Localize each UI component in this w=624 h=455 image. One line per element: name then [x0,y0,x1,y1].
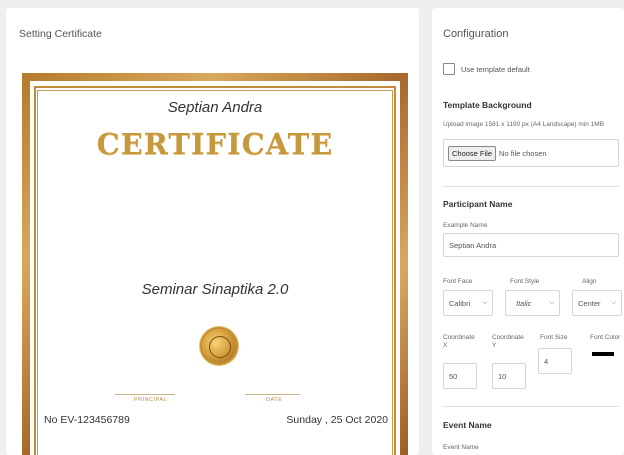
configuration-panel: Configuration Use template default Templ… [432,8,624,455]
font-style-label: Font Style [510,278,540,285]
font-color-label: Font Color [590,334,621,341]
date-signature-line [245,394,300,395]
font-style-value: Italic [516,298,532,308]
chevron-down-icon: ⌵ [549,300,554,306]
coordinate-x-label: Coordinate X [443,334,475,349]
use-template-checkbox[interactable] [443,63,455,75]
font-color-picker[interactable] [592,352,614,356]
card-title: Setting Certificate [19,28,102,40]
coordinate-y-input[interactable]: 10 [492,363,526,389]
certificate-event-name: Seminar Sinaptika 2.0 [141,281,289,298]
chevron-down-icon: ⌵ [482,300,487,306]
font-size-input[interactable]: 4 [538,348,572,374]
font-face-value: Calibri [449,298,471,308]
chevron-down-icon: ⌵ [611,300,616,306]
principal-label: PRINCIPAL [134,397,168,403]
certificate-number: No EV-123456789 [44,414,130,426]
font-face-label: Font Face [443,278,473,285]
participant-name-title: Participant Name [443,199,513,209]
font-size-label: Font Size [540,334,568,341]
choose-file-button[interactable]: Choose File [448,145,497,161]
divider [443,186,619,187]
example-name-label: Example Name [443,222,488,229]
divider [443,406,619,407]
panel-title: Configuration [443,28,509,40]
upload-hint: Upload image 1581 x 1190 px (A4 Landscap… [443,121,605,128]
principal-signature-line [115,394,175,395]
example-name-input[interactable]: Septian Andra [443,233,619,257]
event-name-title: Event Name [443,420,492,430]
file-status: No file chosen [499,148,547,158]
event-name-label: Event Name [443,444,479,451]
align-select[interactable]: Center ⌵ [572,290,622,316]
certificate-date: Sunday , 25 Oct 2020 [286,414,388,426]
certificate-preview-card: Setting Certificate Septian Andra CERTIF… [6,8,419,455]
align-label: Align [582,278,597,285]
coordinate-y-label: Coordinate Y [492,334,524,349]
date-label: DATE [266,397,283,403]
certificate-participant-name: Septian Andra [167,99,263,116]
gold-seal-icon [202,329,236,363]
use-template-option[interactable]: Use template default [443,63,530,75]
coordinate-x-input[interactable]: 50 [443,363,477,389]
template-background-title: Template Background [443,100,532,110]
use-template-label: Use template default [461,64,530,74]
certificate-preview: Septian Andra CERTIFICATE Seminar Sinapt… [22,73,408,455]
font-style-select[interactable]: Italic ⌵ [505,290,560,316]
align-value: Center [578,298,601,308]
font-face-select[interactable]: Calibri ⌵ [443,290,493,316]
certificate-heading: CERTIFICATE [96,127,334,161]
background-file-input[interactable]: Choose File No file chosen [443,139,619,167]
certificate-paper: Septian Andra CERTIFICATE Seminar Sinapt… [30,81,400,455]
